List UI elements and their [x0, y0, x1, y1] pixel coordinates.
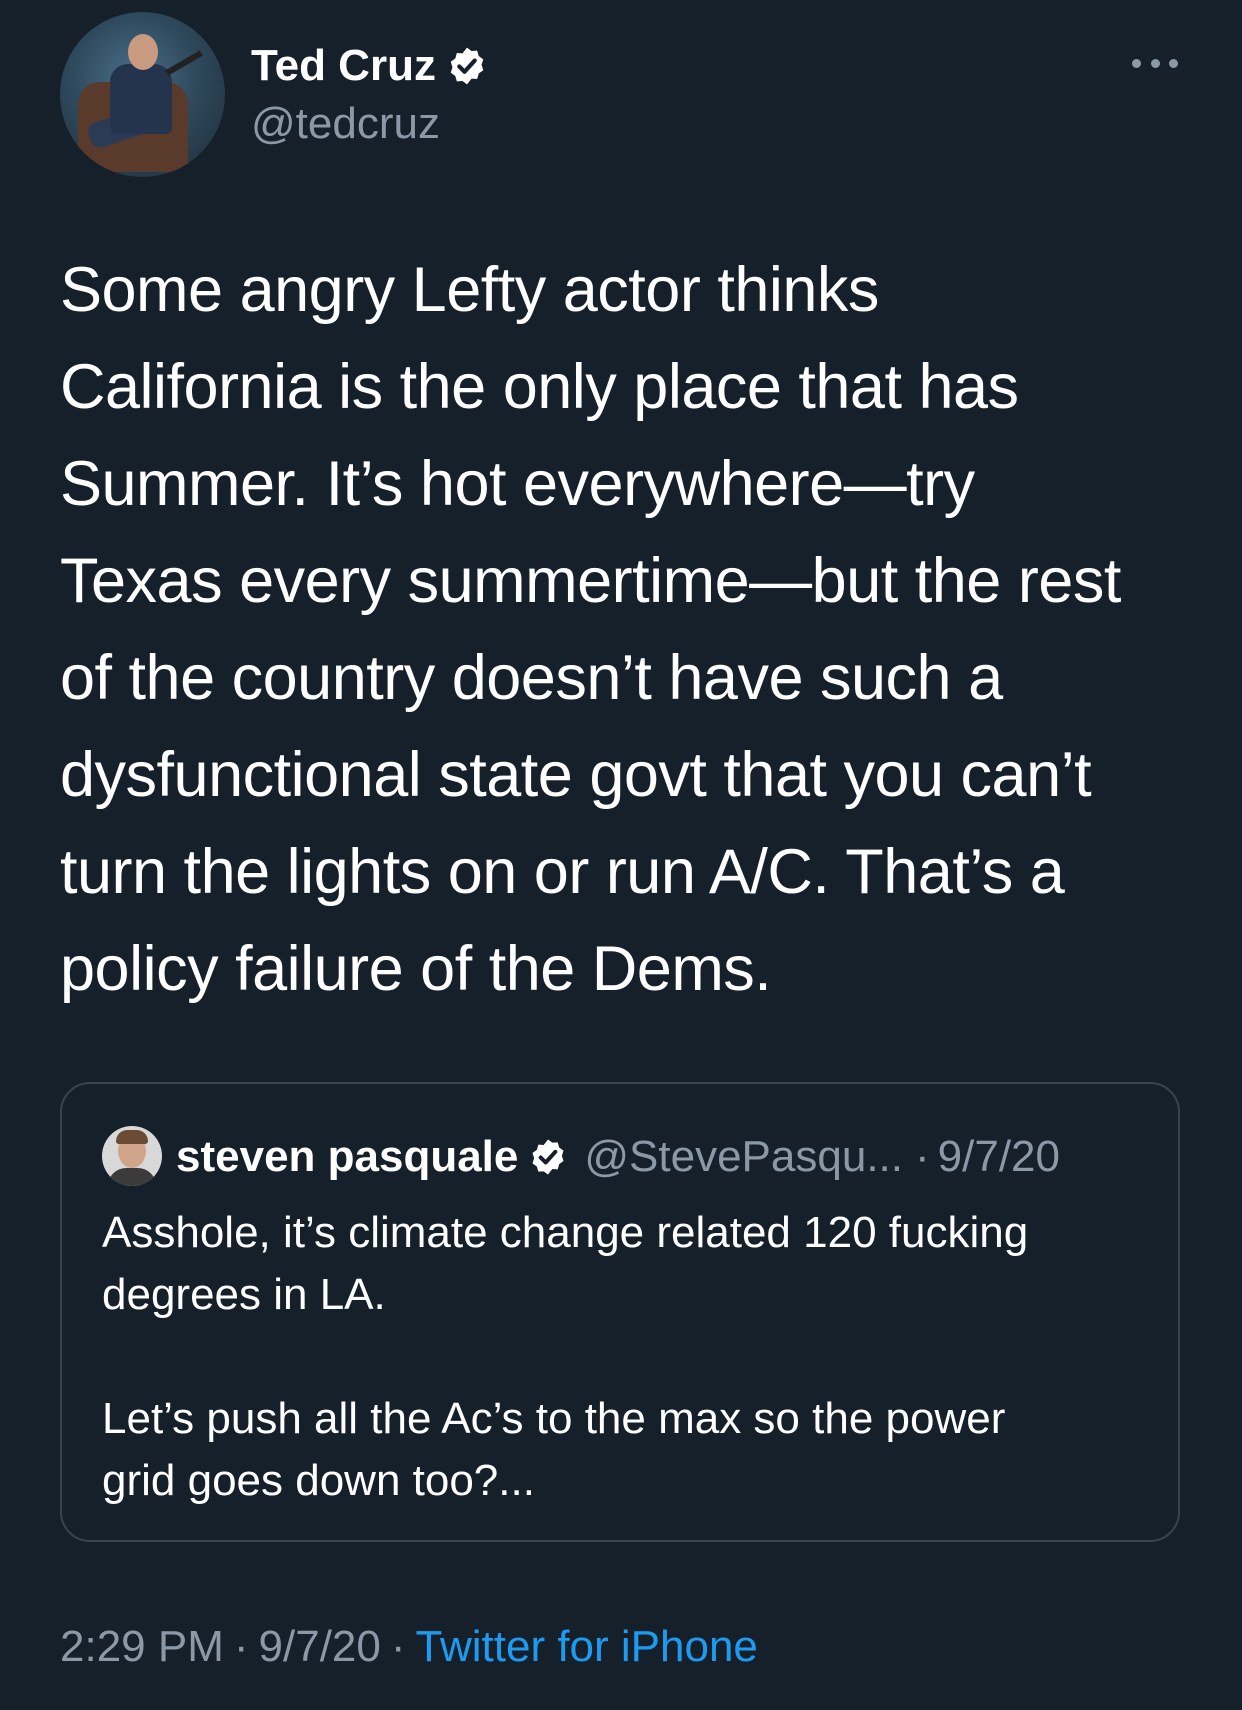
meta-separator: ·: [390, 1622, 406, 1671]
tweet-date[interactable]: 9/7/20: [259, 1622, 381, 1671]
avatar-head-shape: [128, 34, 158, 70]
quoted-tweet-text: Asshole, it’s climate change related 120…: [102, 1208, 1029, 1505]
meta-separator: ·: [233, 1622, 249, 1671]
tweet-source-link[interactable]: Twitter for iPhone: [416, 1622, 758, 1671]
tweet-text: Some angry Lefty actor thinks California…: [60, 255, 1121, 1004]
author-avatar[interactable]: [60, 12, 225, 177]
quoted-separator: ·: [915, 1132, 930, 1181]
tweet-time[interactable]: 2:29 PM: [60, 1622, 224, 1671]
tweet-meta: 2:29 PM · 9/7/20 · Twitter for iPhone: [60, 1617, 758, 1677]
more-dot: [1169, 58, 1178, 68]
quoted-tweet-header: steven pasquale @StevePasqu... · 9/7/20: [176, 1128, 1060, 1186]
author-name[interactable]: Ted Cruz: [251, 40, 436, 92]
author-name-row[interactable]: Ted Cruz: [251, 40, 488, 92]
tweet: Ted Cruz @tedcruz Some angry Lefty actor…: [0, 0, 1242, 1710]
quoted-author-name[interactable]: steven pasquale: [176, 1132, 518, 1182]
author-handle[interactable]: @tedcruz: [251, 98, 440, 150]
more-dot: [1132, 58, 1141, 68]
quoted-author-handle[interactable]: @StevePasqu...: [584, 1132, 903, 1182]
quoted-tweet-card[interactable]: steven pasquale @StevePasqu... · 9/7/20 …: [60, 1082, 1180, 1542]
quoted-author-avatar[interactable]: [102, 1126, 162, 1186]
verified-badge-icon: [450, 47, 484, 85]
more-horizontal-icon[interactable]: [1132, 52, 1178, 74]
more-dot: [1150, 58, 1160, 68]
avatar-body-shape: [110, 64, 172, 134]
verified-badge-icon: [532, 1139, 564, 1175]
avatar-mic-shape: [165, 50, 203, 76]
quoted-date[interactable]: 9/7/20: [938, 1132, 1060, 1182]
quoted-avatar-shirt-shape: [108, 1168, 156, 1186]
quoted-avatar-hair-shape: [116, 1130, 148, 1144]
